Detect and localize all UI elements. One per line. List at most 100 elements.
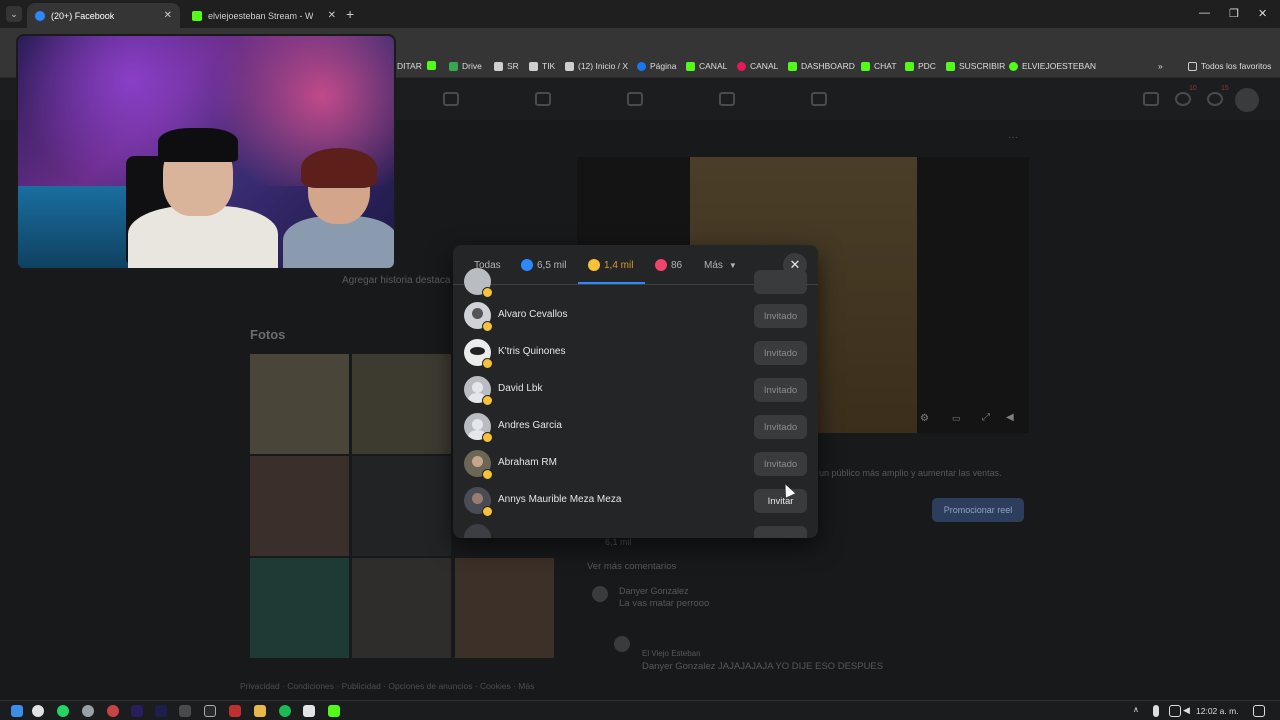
person-name[interactable]: Annys Mauriblе Meza Meza	[498, 494, 621, 505]
facebook-icon	[35, 10, 45, 21]
comment-author[interactable]: Danyer Gonzalez	[619, 586, 689, 596]
person-name[interactable]: Abraham RM	[498, 457, 557, 468]
fullscreen-icon[interactable]: ⤢	[982, 412, 990, 423]
invited-button[interactable]: Invitado	[754, 415, 807, 439]
captions-icon[interactable]: ▭	[952, 413, 961, 424]
photo-thumbnail[interactable]	[352, 354, 451, 454]
video-icon[interactable]	[535, 92, 551, 106]
photo-thumbnail[interactable]	[455, 558, 554, 658]
whatsapp-icon[interactable]	[57, 705, 69, 717]
invite-button[interactable]	[754, 526, 807, 538]
tab-kick[interactable]: elviejoesteban Stream - Watch ✕	[184, 3, 344, 28]
photo-thumbnail[interactable]	[250, 456, 349, 556]
invited-button[interactable]: Invitado	[754, 378, 807, 402]
photo-thumbnail[interactable]	[352, 558, 451, 658]
close-icon[interactable]: ✕	[164, 10, 172, 21]
bookmark[interactable]: DASHBOARD	[788, 61, 855, 71]
invited-button[interactable]	[754, 270, 807, 294]
megaphone-icon[interactable]	[811, 92, 827, 106]
marketplace-icon[interactable]	[719, 92, 735, 106]
avatar[interactable]	[592, 586, 608, 602]
volume-icon[interactable]: ◀	[1183, 705, 1195, 717]
system-clock[interactable]: 12:02 a. m.	[1196, 706, 1239, 716]
obs-icon[interactable]	[82, 705, 94, 717]
bookmark[interactable]: DITAR	[397, 61, 422, 71]
bookmark[interactable]	[427, 61, 436, 70]
notifications-icon[interactable]	[1253, 705, 1265, 717]
bookmark[interactable]: TIK	[529, 61, 555, 71]
folder-icon[interactable]	[254, 705, 266, 717]
app-icon[interactable]	[107, 705, 119, 717]
bookmark[interactable]: CHAT	[861, 61, 897, 71]
chevron-up-icon[interactable]: ∧	[1133, 705, 1145, 717]
bookmark[interactable]: SUSCRIBIR	[946, 61, 1005, 71]
photo-thumbnail[interactable]	[250, 354, 349, 454]
bookmark[interactable]: (12) Inicio / X	[565, 61, 628, 71]
premiere-icon[interactable]	[131, 705, 143, 717]
haha-icon	[482, 321, 493, 332]
windows-start-icon[interactable]	[11, 705, 23, 717]
person-name[interactable]: Andres Garcia	[498, 420, 562, 431]
window-close-button[interactable]: ✕	[1258, 7, 1267, 20]
webcam-overlay	[16, 34, 396, 270]
more-comments-link[interactable]: Ver más comentarios	[587, 561, 676, 572]
after-effects-icon[interactable]	[155, 705, 167, 717]
kick-icon	[1009, 61, 1018, 71]
flag-icon[interactable]	[627, 92, 643, 106]
app-icon[interactable]	[179, 705, 191, 717]
home-icon[interactable]	[443, 92, 459, 106]
volume-icon[interactable]: ◀	[1006, 412, 1014, 423]
bookmark-drive[interactable]: Drive	[449, 61, 482, 71]
app-icon[interactable]	[204, 705, 216, 717]
microphone-icon[interactable]	[1153, 705, 1159, 717]
kick-icon	[686, 61, 695, 71]
invite-button[interactable]: Invitar	[754, 489, 807, 513]
invited-button[interactable]: Invitado	[754, 341, 807, 365]
bookmark[interactable]: ELVIEJOESTEBAN	[1009, 61, 1096, 71]
invited-button[interactable]: Invitado	[754, 452, 807, 476]
bookmark[interactable]: CANAL	[737, 61, 778, 71]
person-name[interactable]: Alvaro Cevallos	[498, 309, 567, 320]
wifi-icon[interactable]	[1169, 705, 1181, 717]
bookmark[interactable]: CANAL	[686, 61, 727, 71]
bookmark[interactable]: Página	[637, 61, 676, 71]
app-icon[interactable]	[229, 705, 241, 717]
kick-icon[interactable]	[328, 705, 340, 717]
photo-thumbnail[interactable]	[250, 558, 349, 658]
streamer-person	[118, 128, 298, 268]
haha-icon	[482, 395, 493, 406]
promote-reel-button[interactable]: Promocionar reel	[932, 498, 1024, 522]
all-favorites[interactable]: Todos los favoritos	[1188, 61, 1271, 71]
settings-icon[interactable]: ⚙	[920, 413, 929, 424]
more-options-icon[interactable]: ···	[1008, 132, 1018, 143]
notification-count: 10	[1189, 85, 1197, 92]
maximize-button[interactable]: ❐	[1229, 7, 1239, 20]
spotify-icon[interactable]	[279, 705, 291, 717]
comment-author[interactable]: El Viejo Esteban	[642, 649, 701, 658]
bookmark[interactable]: SR	[494, 61, 519, 71]
tab-facebook[interactable]: (20+) Facebook ✕	[27, 3, 180, 28]
photo-thumbnail[interactable]	[352, 456, 451, 556]
haha-icon	[482, 432, 493, 443]
avatar[interactable]	[614, 636, 630, 652]
profile-avatar[interactable]	[1235, 88, 1259, 112]
person-name[interactable]: David Lbk	[498, 383, 542, 394]
notion-icon[interactable]	[303, 705, 315, 717]
chevron-right-icon[interactable]: »	[1158, 61, 1163, 71]
chrome-icon[interactable]	[32, 705, 44, 717]
new-tab-button[interactable]: +	[346, 6, 354, 22]
messenger-icon[interactable]	[1175, 92, 1191, 106]
avatar[interactable]	[464, 524, 491, 538]
list-item: Annys Mauriblе Meza Meza Invitar	[453, 482, 818, 519]
close-icon[interactable]: ✕	[328, 10, 336, 21]
bell-icon[interactable]	[1207, 92, 1223, 106]
minimize-button[interactable]: —	[1199, 7, 1210, 19]
folder-icon	[1188, 61, 1197, 71]
person-name[interactable]: K'tris Quinones	[498, 346, 566, 357]
grid-menu-icon[interactable]	[1143, 92, 1159, 106]
tab-search-button[interactable]: ⌄	[6, 6, 22, 22]
kick-icon	[192, 10, 202, 21]
invited-button[interactable]: Invitado	[754, 304, 807, 328]
bookmark[interactable]: PDC	[905, 61, 936, 71]
footer-links[interactable]: Privacidad · Condiciones · Publicidad · …	[240, 681, 534, 691]
